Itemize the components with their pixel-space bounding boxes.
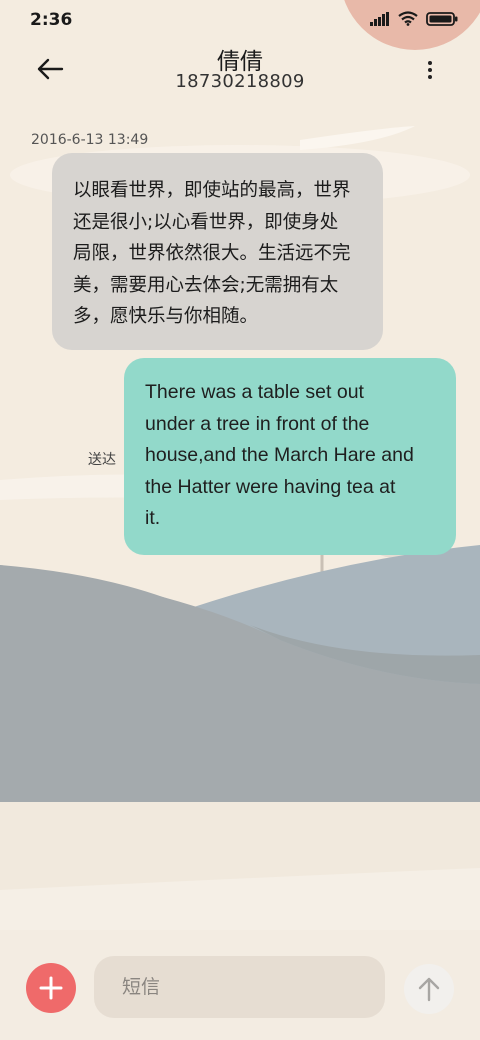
- message-line: There was a table set out: [145, 381, 364, 403]
- message-line: the Hatter were having tea at: [145, 475, 396, 498]
- message-line: 还是很小;以心看世界，即使身处: [73, 211, 339, 233]
- contact-phone-number: 18730218809: [175, 71, 305, 92]
- delivery-status: 送达: [88, 452, 116, 468]
- more-options-button[interactable]: [414, 54, 446, 86]
- message-line: 多，愿快乐与你相随。: [73, 306, 259, 327]
- plus-icon: [39, 976, 63, 1000]
- outgoing-message-bubble[interactable]: There was a table set out under a tree i…: [124, 358, 456, 555]
- message-input[interactable]: [94, 956, 385, 1018]
- add-attachment-button[interactable]: [26, 963, 76, 1013]
- message-line: it.: [145, 507, 161, 529]
- more-vertical-icon: [428, 61, 432, 65]
- message-line: 美，需要用心去体会;无需拥有太: [73, 274, 339, 296]
- message-line: 以眼看世界，即使站的最高，世界: [73, 180, 351, 201]
- message-line: house,and the March Hare and: [145, 444, 414, 466]
- send-arrow-up-icon: [418, 977, 440, 1002]
- message-timestamp: 2016-6-13 13:49: [31, 132, 149, 148]
- message-line: under a tree in front of the: [145, 412, 370, 435]
- send-button[interactable]: [404, 964, 454, 1014]
- wifi-icon: [398, 11, 418, 26]
- battery-icon: [426, 11, 458, 26]
- signal-icon: [370, 11, 389, 26]
- incoming-message-bubble[interactable]: 以眼看世界，即使站的最高，世界 还是很小;以心看世界，即使身处 局限，世界依然很…: [52, 153, 383, 350]
- status-icons: [370, 11, 458, 26]
- status-time: 2:36: [30, 10, 73, 30]
- message-line: 局限，世界依然很大。生活远不完: [73, 243, 351, 264]
